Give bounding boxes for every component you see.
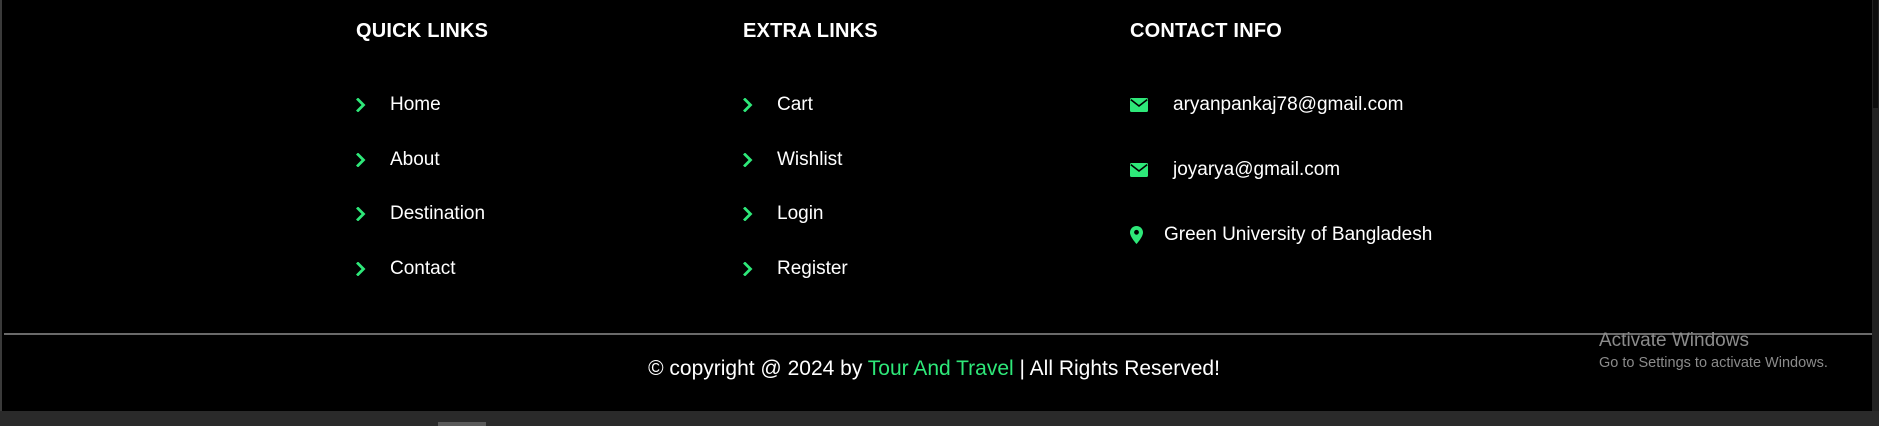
extra-link-wishlist[interactable]: Wishlist: [743, 133, 848, 188]
chevron-right-icon: [356, 261, 390, 276]
copyright-suffix: | All Rights Reserved!: [1013, 357, 1220, 380]
quick-links-title: QUICK LINKS: [356, 20, 489, 42]
extra-links-list: Cart Wishlist Login Register: [743, 78, 848, 296]
horizontal-scrollbar[interactable]: [0, 411, 1879, 426]
chevron-right-icon: [356, 152, 390, 167]
quick-link-label: Destination: [390, 203, 486, 225]
contact-email-1[interactable]: aryanpankaj78@gmail.com: [1130, 72, 1432, 137]
activate-windows-watermark: Activate Windows Go to Settings to activ…: [1599, 330, 1828, 371]
chevron-right-icon: [743, 152, 777, 167]
quick-link-label: About: [390, 148, 440, 170]
vertical-scrollbar[interactable]: [1872, 0, 1879, 411]
quick-link-label: Contact: [390, 257, 456, 279]
footer-divider: [4, 333, 1872, 335]
extra-link-label: Cart: [777, 94, 813, 116]
activate-windows-title: Activate Windows: [1599, 330, 1749, 351]
chevron-right-icon: [743, 261, 777, 276]
contact-info-title: CONTACT INFO: [1130, 20, 1283, 42]
quick-link-label: Home: [390, 94, 441, 116]
brand-link[interactable]: Tour And Travel: [868, 357, 1014, 380]
quick-link-destination[interactable]: Destination: [356, 187, 485, 242]
copyright-text: © copyright @ 2024 by Tour And Travel | …: [2, 357, 1872, 381]
extra-links-title: EXTRA LINKS: [743, 20, 878, 42]
quick-link-home[interactable]: Home: [356, 78, 485, 133]
page: QUICK LINKS Home About Destination Conta…: [0, 0, 1879, 426]
contact-info-list: aryanpankaj78@gmail.com joyarya@gmail.co…: [1130, 72, 1432, 267]
footer: QUICK LINKS Home About Destination Conta…: [0, 0, 1872, 411]
chevron-right-icon: [743, 207, 777, 222]
contact-email-text: joyarya@gmail.com: [1173, 158, 1341, 180]
chevron-right-icon: [356, 98, 390, 113]
vertical-scrollbar-thumb[interactable]: [1873, 0, 1878, 108]
contact-email-2[interactable]: joyarya@gmail.com: [1130, 137, 1432, 202]
chevron-right-icon: [356, 207, 390, 222]
contact-email-text: aryanpankaj78@gmail.com: [1173, 93, 1404, 115]
quick-link-about[interactable]: About: [356, 133, 485, 188]
horizontal-scrollbar-thumb[interactable]: [438, 422, 486, 426]
envelope-icon: [1130, 162, 1173, 177]
map-marker-icon: [1130, 225, 1164, 244]
copyright-prefix: © copyright @ 2024 by: [648, 357, 868, 380]
quick-links-list: Home About Destination Contact: [356, 78, 485, 296]
extra-link-label: Login: [777, 203, 824, 225]
extra-link-login[interactable]: Login: [743, 187, 848, 242]
quick-link-contact[interactable]: Contact: [356, 242, 485, 297]
chevron-right-icon: [743, 98, 777, 113]
extra-link-label: Wishlist: [777, 148, 843, 170]
envelope-icon: [1130, 97, 1173, 112]
activate-windows-subtitle: Go to Settings to activate Windows.: [1599, 355, 1828, 371]
extra-link-register[interactable]: Register: [743, 242, 848, 297]
contact-address-text: Green University of Bangladesh: [1164, 223, 1433, 245]
contact-address[interactable]: Green University of Bangladesh: [1130, 202, 1432, 267]
extra-link-label: Register: [777, 257, 848, 279]
extra-link-cart[interactable]: Cart: [743, 78, 848, 133]
